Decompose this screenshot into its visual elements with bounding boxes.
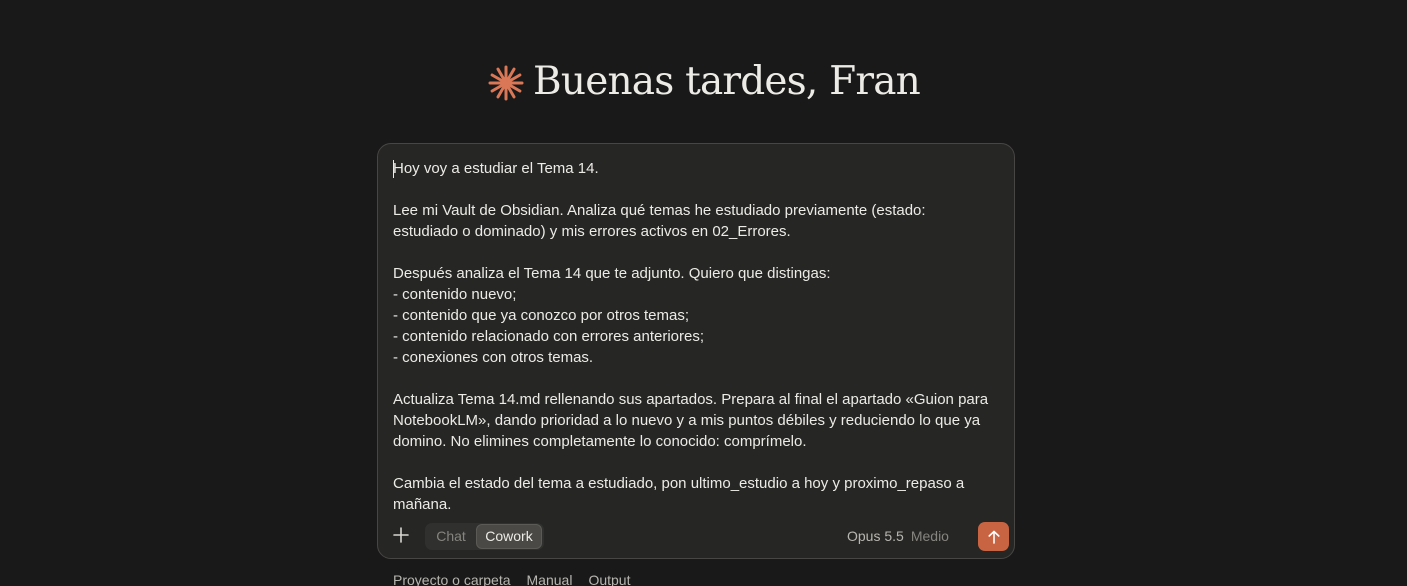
prompt-line: - contenido nuevo;: [393, 286, 517, 303]
output-link[interactable]: Output: [588, 572, 630, 586]
manual-link[interactable]: Manual: [527, 572, 573, 586]
model-effort: Medio: [910, 528, 949, 544]
plus-icon: [393, 527, 409, 543]
model-selector[interactable]: Opus 5.5 Medio: [847, 528, 949, 544]
prompt-line: NotebookLM», dando prioridad a lo nuevo …: [393, 412, 981, 429]
prompt-line: [393, 452, 1005, 473]
prompt-line: Actualiza Tema 14.md rellenando sus apar…: [393, 391, 989, 408]
prompt-textarea[interactable]: Hoy voy a estudiar el Tema 14. Lee mi Va…: [393, 158, 1005, 515]
prompt-line: estudiado o dominado) y mis errores acti…: [393, 223, 791, 240]
greeting-header: Buenas tardes, Fran: [0, 56, 1407, 108]
project-folder-link[interactable]: Proyecto o carpeta: [393, 572, 511, 586]
send-button[interactable]: [978, 522, 1009, 551]
prompt-line: domino. No elimines completamente lo con…: [393, 433, 807, 450]
model-name: Opus 5.5: [847, 528, 904, 544]
message-composer: Hoy voy a estudiar el Tema 14. Lee mi Va…: [377, 143, 1015, 559]
prompt-line: Cambia el estado del tema a estudiado, p…: [393, 475, 965, 492]
prompt-line: Hoy voy a estudiar el Tema 14.: [393, 160, 599, 177]
prompt-line: [393, 368, 1005, 389]
greeting-title: Buenas tardes, Fran: [533, 59, 921, 104]
add-attachment-button[interactable]: [390, 524, 412, 546]
footer-links: Proyecto o carpeta Manual Output: [393, 572, 630, 586]
prompt-line: - contenido que ya conozco por otros tem…: [393, 307, 690, 324]
claude-starburst-icon: [487, 64, 525, 102]
prompt-line: mañana.: [393, 496, 452, 513]
prompt-line: Después analiza el Tema 14 que te adjunt…: [393, 265, 831, 282]
prompt-line: [393, 242, 1005, 263]
mode-cowork-option[interactable]: Cowork: [476, 524, 542, 549]
app-window: Buenas tardes, Fran Hoy voy a estudiar e…: [0, 0, 1407, 586]
prompt-line: [393, 179, 1005, 200]
mode-chat-option[interactable]: Chat: [426, 524, 476, 549]
prompt-line: Lee mi Vault de Obsidian. Analiza qué te…: [393, 202, 926, 219]
prompt-line: - contenido relacionado con errores ante…: [393, 328, 705, 345]
mode-toggle: Chat Cowork: [425, 523, 544, 550]
arrow-up-icon: [987, 530, 1000, 544]
prompt-line: - conexiones con otros temas.: [393, 349, 594, 366]
